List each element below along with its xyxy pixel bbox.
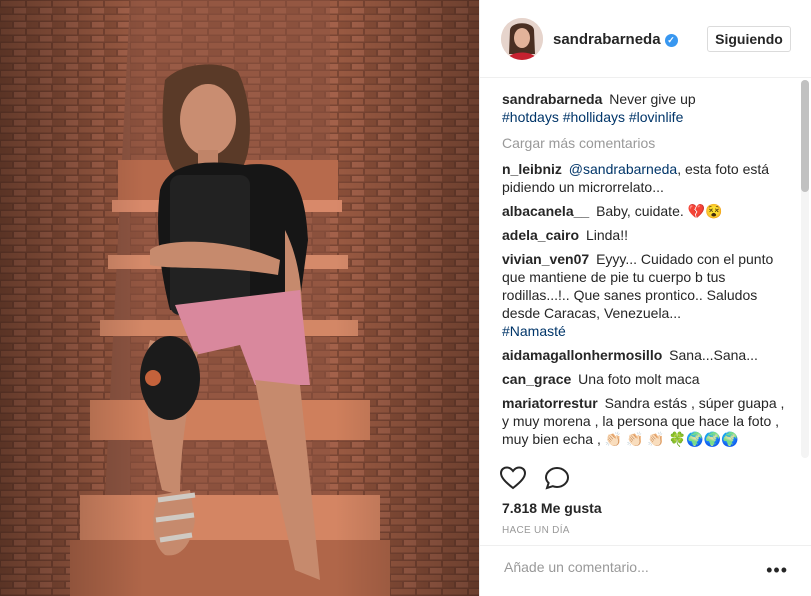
comment-username[interactable]: can_grace	[502, 371, 571, 387]
comment-item: vivian_ven07 Eyyy... Cuidado con el punt…	[502, 250, 792, 340]
avatar[interactable]	[501, 18, 543, 60]
comment-username[interactable]: vivian_ven07	[502, 251, 589, 267]
comment-text: Sana...Sana...	[669, 347, 758, 363]
more-options-icon[interactable]: •••	[766, 560, 788, 581]
post-timestamp: HACE UN DÍA	[502, 525, 570, 536]
heart-icon[interactable]	[499, 466, 527, 495]
scrollbar-thumb[interactable]	[801, 80, 809, 192]
comment-item: n_leibniz @sandrabarneda, esta foto está…	[502, 160, 792, 196]
comment-username[interactable]: mariatorrestur	[502, 395, 598, 411]
likes-count[interactable]: 7.818 Me gusta	[502, 500, 602, 516]
comment-item: aidamagallonhermosillo Sana...Sana...	[502, 346, 792, 364]
username-label[interactable]: sandrabarneda	[553, 31, 661, 48]
comment-icon[interactable]	[544, 466, 570, 495]
comment-item: mariatorrestur Sandra estás , súper guap…	[502, 394, 792, 448]
caption-text: Never give up	[609, 91, 696, 107]
caption-username[interactable]: sandrabarneda	[502, 91, 602, 107]
comment-item: adela_cairo Linda!!	[502, 226, 792, 244]
comments-list: sandrabarneda Never give up #hotdays #ho…	[502, 90, 792, 456]
comment-text: Baby, cuidate. 💔😵	[596, 203, 723, 219]
mention-link[interactable]: @sandrabarneda	[569, 161, 677, 177]
comment-item: can_grace Una foto molt maca	[502, 370, 792, 388]
verified-badge-icon: ✓	[664, 34, 678, 47]
caption: sandrabarneda Never give up #hotdays #ho…	[502, 90, 792, 126]
comment-text: Linda!!	[585, 227, 628, 243]
comment-item: albacanela__ Baby, cuidate. 💔😵	[502, 202, 792, 220]
post-details-panel: sandrabarneda ✓ Siguiendo sandrabarneda N…	[479, 0, 811, 596]
post-photo[interactable]	[0, 0, 479, 596]
load-more-comments-link[interactable]: Cargar más comentarios	[502, 134, 792, 152]
following-button[interactable]: Siguiendo	[707, 26, 791, 52]
hashtag-link[interactable]: #lovinlife	[629, 109, 683, 125]
add-comment-bar: •••	[480, 545, 811, 596]
hashtag-link[interactable]: #Namasté	[502, 323, 566, 339]
comment-username[interactable]: aidamagallonhermosillo	[502, 347, 662, 363]
hashtag-link[interactable]: #hollidays	[563, 109, 625, 125]
post-header: sandrabarneda ✓ Siguiendo	[480, 0, 811, 78]
comment-username[interactable]: n_leibniz	[502, 161, 562, 177]
photo-image	[0, 0, 479, 596]
comment-username[interactable]: albacanela__	[502, 203, 589, 219]
comment-username[interactable]: adela_cairo	[502, 227, 579, 243]
comments-scrollbar[interactable]	[801, 80, 809, 458]
post-username[interactable]: sandrabarneda ✓	[553, 31, 678, 48]
add-comment-input[interactable]	[502, 558, 756, 576]
post-actions	[499, 466, 584, 495]
comment-text: Una foto molt maca	[578, 371, 700, 387]
hashtag-link[interactable]: #hotdays	[502, 109, 559, 125]
